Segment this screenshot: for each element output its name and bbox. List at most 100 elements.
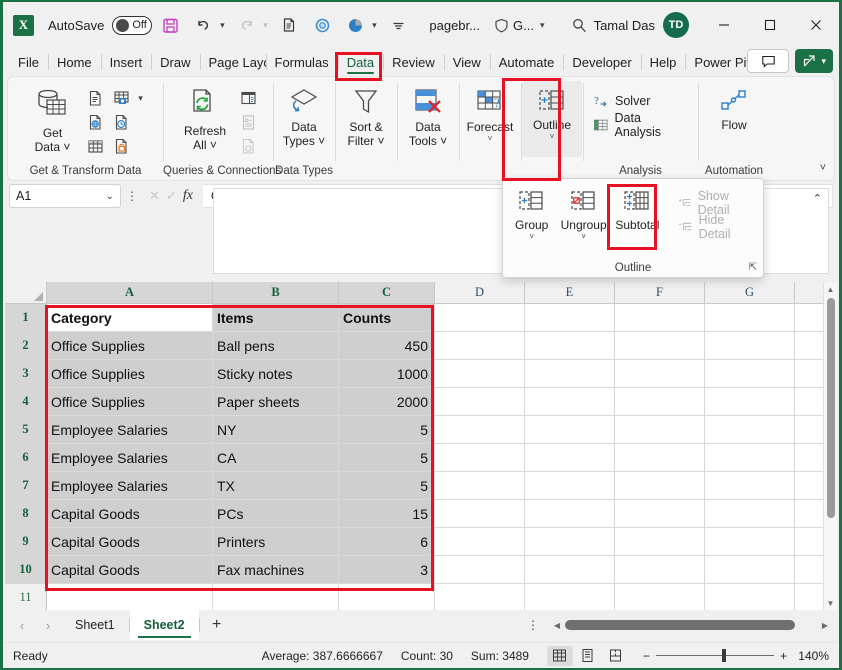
cell-B4[interactable]: Paper sheets — [213, 388, 339, 416]
tab-developer[interactable]: Developer — [563, 48, 640, 76]
document-title[interactable]: pagebr... — [429, 18, 480, 33]
zoom-out-button[interactable]: − — [643, 649, 650, 663]
cell-E6[interactable] — [525, 444, 615, 472]
from-text-csv-icon[interactable] — [84, 87, 108, 109]
cell-A9[interactable]: Capital Goods — [47, 528, 213, 556]
collapse-ribbon-icon[interactable]: ˅ — [820, 162, 826, 174]
tab-insert[interactable]: Insert — [100, 48, 152, 76]
cell-D5[interactable] — [435, 416, 525, 444]
cell-B8[interactable]: PCs — [213, 500, 339, 528]
cell-G6[interactable] — [705, 444, 795, 472]
tab-automate[interactable]: Automate — [489, 48, 564, 76]
cell-D3[interactable] — [435, 360, 525, 388]
cell-F11[interactable] — [615, 584, 705, 612]
status-average[interactable]: Average: 387.6666667 — [262, 649, 383, 663]
cell-B9[interactable]: Printers — [213, 528, 339, 556]
flow-button[interactable]: Flow — [704, 81, 764, 133]
column-header-A[interactable]: A — [47, 282, 213, 304]
column-header-B[interactable]: B — [213, 282, 339, 304]
from-table-icon[interactable] — [84, 135, 108, 157]
select-all-corner[interactable] — [5, 282, 47, 304]
cell-F3[interactable] — [615, 360, 705, 388]
cell-A6[interactable]: Employee Salaries — [47, 444, 213, 472]
name-box-chevron-down-icon[interactable]: ⌄ — [106, 191, 114, 202]
cell-C3[interactable]: 1000 — [339, 360, 435, 388]
cell-F8[interactable] — [615, 500, 705, 528]
touch-mode-icon[interactable] — [307, 10, 337, 40]
page-break-preview-icon[interactable] — [603, 646, 629, 666]
sheet-options-icon[interactable]: ⋮ — [521, 618, 545, 632]
cell-E7[interactable] — [525, 472, 615, 500]
recent-sources-icon[interactable] — [110, 111, 134, 133]
column-header-F[interactable]: F — [615, 282, 705, 304]
cell-B5[interactable]: NY — [213, 416, 339, 444]
cell-C2[interactable]: 450 — [339, 332, 435, 360]
outline-caret-icon[interactable]: ˅ — [550, 132, 555, 141]
cell-A7[interactable]: Employee Salaries — [47, 472, 213, 500]
autosave-group-indicator[interactable]: G... ▾ — [494, 18, 544, 33]
cell-D11[interactable] — [435, 584, 525, 612]
cell-E4[interactable] — [525, 388, 615, 416]
cell-C4[interactable]: 2000 — [339, 388, 435, 416]
row-header-6[interactable]: 6 — [5, 444, 47, 472]
cell-C6[interactable]: 5 — [339, 444, 435, 472]
cell-C9[interactable]: 6 — [339, 528, 435, 556]
tab-draw[interactable]: Draw — [151, 48, 199, 76]
cell-D8[interactable] — [435, 500, 525, 528]
cell-F4[interactable] — [615, 388, 705, 416]
cell-C8[interactable]: 15 — [339, 500, 435, 528]
cell-B7[interactable]: TX — [213, 472, 339, 500]
scroll-left-icon[interactable]: ◀ — [549, 621, 565, 630]
previous-sheet-icon[interactable]: ‹ — [9, 612, 35, 638]
row-header-4[interactable]: 4 — [5, 388, 47, 416]
add-sheet-button[interactable]: + — [200, 612, 234, 638]
cell-A8[interactable]: Capital Goods — [47, 500, 213, 528]
close-button[interactable] — [793, 2, 839, 48]
column-header-D[interactable]: D — [435, 282, 525, 304]
cell-G10[interactable] — [705, 556, 795, 584]
cell-E10[interactable] — [525, 556, 615, 584]
share-button[interactable]: ▾ — [795, 49, 833, 73]
refresh-all-button[interactable]: Refresh All ˅ — [175, 81, 235, 152]
row-header-7[interactable]: 7 — [5, 472, 47, 500]
normal-view-icon[interactable] — [546, 645, 573, 666]
horizontal-scroll-thumb[interactable] — [565, 620, 795, 630]
cell-A2[interactable]: Office Supplies — [47, 332, 213, 360]
cell-E2[interactable] — [525, 332, 615, 360]
dialog-launcher-icon[interactable]: ⇱ — [749, 262, 757, 273]
sheet-tab-sheet2[interactable]: Sheet2 — [129, 610, 199, 640]
search-icon[interactable] — [564, 10, 594, 40]
row-header-8[interactable]: 8 — [5, 500, 47, 528]
tab-review[interactable]: Review — [383, 48, 444, 76]
scroll-down-icon[interactable]: ▼ — [824, 596, 837, 610]
forecast-button[interactable]: ? Forecast ˅ — [460, 81, 520, 143]
cell-E3[interactable] — [525, 360, 615, 388]
status-sum[interactable]: Sum: 3489 — [471, 649, 529, 663]
cell-G4[interactable] — [705, 388, 795, 416]
from-table-range-icon[interactable] — [110, 87, 134, 109]
minimize-button[interactable] — [701, 2, 747, 48]
cell-G3[interactable] — [705, 360, 795, 388]
tab-help[interactable]: Help — [640, 48, 686, 76]
column-header-G[interactable]: G — [705, 282, 795, 304]
cell-A4[interactable]: Office Supplies — [47, 388, 213, 416]
row-header-5[interactable]: 5 — [5, 416, 47, 444]
cell-D4[interactable] — [435, 388, 525, 416]
tab-home[interactable]: Home — [47, 48, 101, 76]
row-header-3[interactable]: 3 — [5, 360, 47, 388]
cell-C10[interactable]: 3 — [339, 556, 435, 584]
more-commands-icon[interactable] — [383, 10, 413, 40]
group-caret-icon[interactable]: ˅ — [529, 232, 534, 241]
print-preview-icon[interactable] — [274, 10, 304, 40]
tab-file[interactable]: File — [9, 48, 48, 76]
cell-E8[interactable] — [525, 500, 615, 528]
formula-bar-drag-handle[interactable]: ⋮ — [125, 189, 139, 203]
user-account[interactable]: Tamal Das TD — [594, 12, 689, 38]
column-header-C[interactable]: C — [339, 282, 435, 304]
cell-B11[interactable] — [213, 584, 339, 612]
cell-A3[interactable]: Office Supplies — [47, 360, 213, 388]
cell-B6[interactable]: CA — [213, 444, 339, 472]
cell-E11[interactable] — [525, 584, 615, 612]
row-header-2[interactable]: 2 — [5, 332, 47, 360]
cell-D6[interactable] — [435, 444, 525, 472]
